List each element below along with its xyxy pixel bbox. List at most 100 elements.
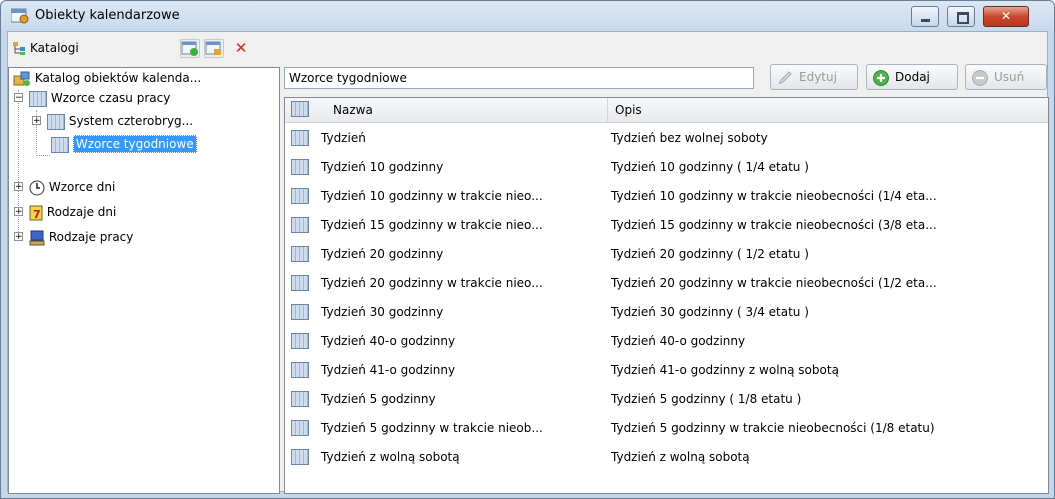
calendar-icon xyxy=(291,246,309,262)
delete-icon: ✕ xyxy=(234,39,248,57)
table-row[interactable]: Tydzień z wolną sobotą Tydzień z wolną so… xyxy=(285,443,1048,472)
tree-item-four-brigade[interactable]: System czterobryg... xyxy=(47,111,193,131)
minus-circle-icon xyxy=(972,70,988,86)
clock-icon xyxy=(29,180,45,195)
tree-label: Rodzaje dni xyxy=(46,205,117,219)
calendar-icon xyxy=(291,449,309,465)
cell-description: Tydzień 30 godzinny ( 3/4 etatu ) xyxy=(611,305,809,319)
calendar-day-icon: 7 xyxy=(29,205,43,221)
catalog-tree: Katalog obiektów kalenda... − Wzorce cza… xyxy=(8,67,280,494)
calendar-icon xyxy=(291,333,309,349)
cell-name: Tydzień 15 godzinny w trakcie nieo... xyxy=(321,218,543,232)
tree-item-work-patterns[interactable]: Wzorce czasu pracy xyxy=(29,88,170,108)
table-header: Nazwa Opis xyxy=(285,98,1048,123)
edit-label: Edytuj xyxy=(799,70,837,84)
tree-label: Wzorce tygodniowe xyxy=(72,135,197,153)
column-separator[interactable] xyxy=(607,98,608,122)
delete-button[interactable]: Usuń xyxy=(965,64,1047,90)
cell-description: Tydzień 40-o godzinny xyxy=(611,334,746,348)
add-catalog-button[interactable] xyxy=(180,39,200,58)
cell-name: Tydzień 30 godzinny xyxy=(321,305,444,319)
tree-label: System czterobryg... xyxy=(68,114,194,128)
cell-description: Tydzień 5 godzinny w trakcie nieobecnośc… xyxy=(611,421,935,435)
table-row[interactable]: Tydzień 41-o godzinny Tydzień 41-o godzin… xyxy=(285,356,1048,385)
expand-icon[interactable]: + xyxy=(14,182,23,192)
table-row[interactable]: Tydzień 30 godzinny Tydzień 30 godzinny (… xyxy=(285,298,1048,327)
expand-icon[interactable]: + xyxy=(32,116,41,126)
cell-name: Tydzień 20 godzinny xyxy=(321,247,444,261)
calendar-icon xyxy=(291,159,309,175)
title-bar[interactable]: Obiekty kalendarzowe ✕ xyxy=(1,1,1054,33)
cell-description: Tydzień 5 godzinny ( 1/8 etatu ) xyxy=(611,392,802,406)
expand-icon[interactable]: + xyxy=(14,232,23,242)
cell-name: Tydzień 10 godzinny xyxy=(321,160,444,174)
tree-item-day-types[interactable]: 7 Rodzaje dni xyxy=(29,202,116,222)
calendar-icon xyxy=(291,130,309,146)
catalog-toolbar: Katalogi ✕ xyxy=(8,34,280,62)
tree-label: Rodzaje pracy xyxy=(48,230,134,244)
edit-button[interactable]: Edytuj xyxy=(770,64,858,90)
column-header-name[interactable]: Nazwa xyxy=(333,98,373,122)
catalog-tree-icon xyxy=(13,42,25,55)
add-button[interactable]: Dodaj xyxy=(866,64,958,90)
calendar-objects-icon xyxy=(11,8,29,24)
table-row[interactable]: Tydzień 15 godzinny w trakcie nieo... Tyd… xyxy=(285,211,1048,240)
window: Obiekty kalendarzowe ✕ Katalogi ✕ Katalo… xyxy=(0,0,1055,499)
cell-name: Tydzień 5 godzinny w trakcie nieob... xyxy=(321,421,543,435)
edit-catalog-icon xyxy=(205,41,221,55)
minimize-icon xyxy=(921,19,930,22)
add-label: Dodaj xyxy=(895,70,930,84)
table-row[interactable]: Tydzień Tydzień bez wolnej soboty xyxy=(285,124,1048,153)
cell-description: Tydzień 10 godzinny ( 1/4 etatu ) xyxy=(611,160,809,174)
cell-name: Tydzień 41-o godzinny xyxy=(321,363,456,377)
table-row[interactable]: Tydzień 5 godzinny Tydzień 5 godzinny ( 1… xyxy=(285,385,1048,414)
close-icon: ✕ xyxy=(1000,9,1012,23)
tree-item-work-types[interactable]: Rodzaje pracy xyxy=(29,227,133,247)
delete-catalog-button[interactable]: ✕ xyxy=(231,38,251,58)
cell-description: Tydzień 41-o godzinny z wolną sobotą xyxy=(611,363,839,377)
table-row[interactable]: Tydzień 40-o godzinny Tydzień 40-o godzin… xyxy=(285,327,1048,356)
edit-catalog-button[interactable] xyxy=(204,39,224,58)
minimize-button[interactable] xyxy=(911,6,939,27)
cell-description: Tydzień 15 godzinny w trakcie nieobecnoś… xyxy=(611,218,937,232)
table-row[interactable]: Tydzień 10 godzinny Tydzień 10 godzinny (… xyxy=(285,153,1048,182)
computer-icon xyxy=(29,230,45,245)
calendar-icon xyxy=(291,391,309,407)
tree-item-day-patterns[interactable]: Wzorce dni xyxy=(29,177,115,197)
collapse-icon[interactable]: − xyxy=(14,93,23,103)
cell-description: Tydzień 20 godzinny w trakcie nieobecnoś… xyxy=(611,276,937,290)
client-area: Katalogi ✕ Katalog obiektów kalenda... −… xyxy=(7,31,1049,494)
maximize-icon xyxy=(957,12,969,24)
calendar-icon xyxy=(291,101,309,117)
close-button[interactable]: ✕ xyxy=(983,6,1029,27)
expand-icon[interactable]: + xyxy=(14,207,23,217)
add-catalog-icon xyxy=(181,41,198,56)
tree-item-root[interactable]: Katalog obiektów kalenda... xyxy=(13,68,201,88)
cell-name: Tydzień 10 godzinny w trakcie nieo... xyxy=(321,189,543,203)
calendar-icon xyxy=(291,362,309,378)
tree-label: Katalog obiektów kalenda... xyxy=(34,71,202,85)
delete-label: Usuń xyxy=(994,70,1025,84)
plus-circle-icon xyxy=(873,70,889,86)
window-title: Obiekty kalendarzowe xyxy=(35,8,180,23)
catalog-label: Katalogi xyxy=(30,41,79,55)
tree-item-weekly-patterns[interactable]: Wzorce tygodniowe xyxy=(51,134,197,154)
cell-description: Tydzień z wolną sobotą xyxy=(611,450,750,464)
cell-name: Tydzień 40-o godzinny xyxy=(321,334,456,348)
tree-label: Wzorce dni xyxy=(48,180,116,194)
calendar-icon xyxy=(29,90,47,107)
search-input[interactable] xyxy=(284,67,754,89)
cell-name: Tydzień z wolną sobotą xyxy=(321,450,460,464)
catalog-root-icon xyxy=(13,71,30,86)
table-row[interactable]: Tydzień 5 godzinny w trakcie nieob... Tyd… xyxy=(285,414,1048,443)
table-row[interactable]: Tydzień 20 godzinny Tydzień 20 godzinny (… xyxy=(285,240,1048,269)
column-header-description[interactable]: Opis xyxy=(615,98,642,122)
svg-text:7: 7 xyxy=(33,208,41,221)
calendar-icon xyxy=(47,113,65,130)
cell-description: Tydzień 20 godzinny ( 1/2 etatu ) xyxy=(611,247,809,261)
maximize-button[interactable] xyxy=(947,6,975,27)
cell-description: Tydzień 10 godzinny w trakcie nieobecnoś… xyxy=(611,189,937,203)
patterns-table: Nazwa Opis Tydzień Tydzień bez wolnej sob… xyxy=(284,97,1049,494)
table-row[interactable]: Tydzień 10 godzinny w trakcie nieo... Tyd… xyxy=(285,182,1048,211)
table-row[interactable]: Tydzień 20 godzinny w trakcie nieo... Tyd… xyxy=(285,269,1048,298)
